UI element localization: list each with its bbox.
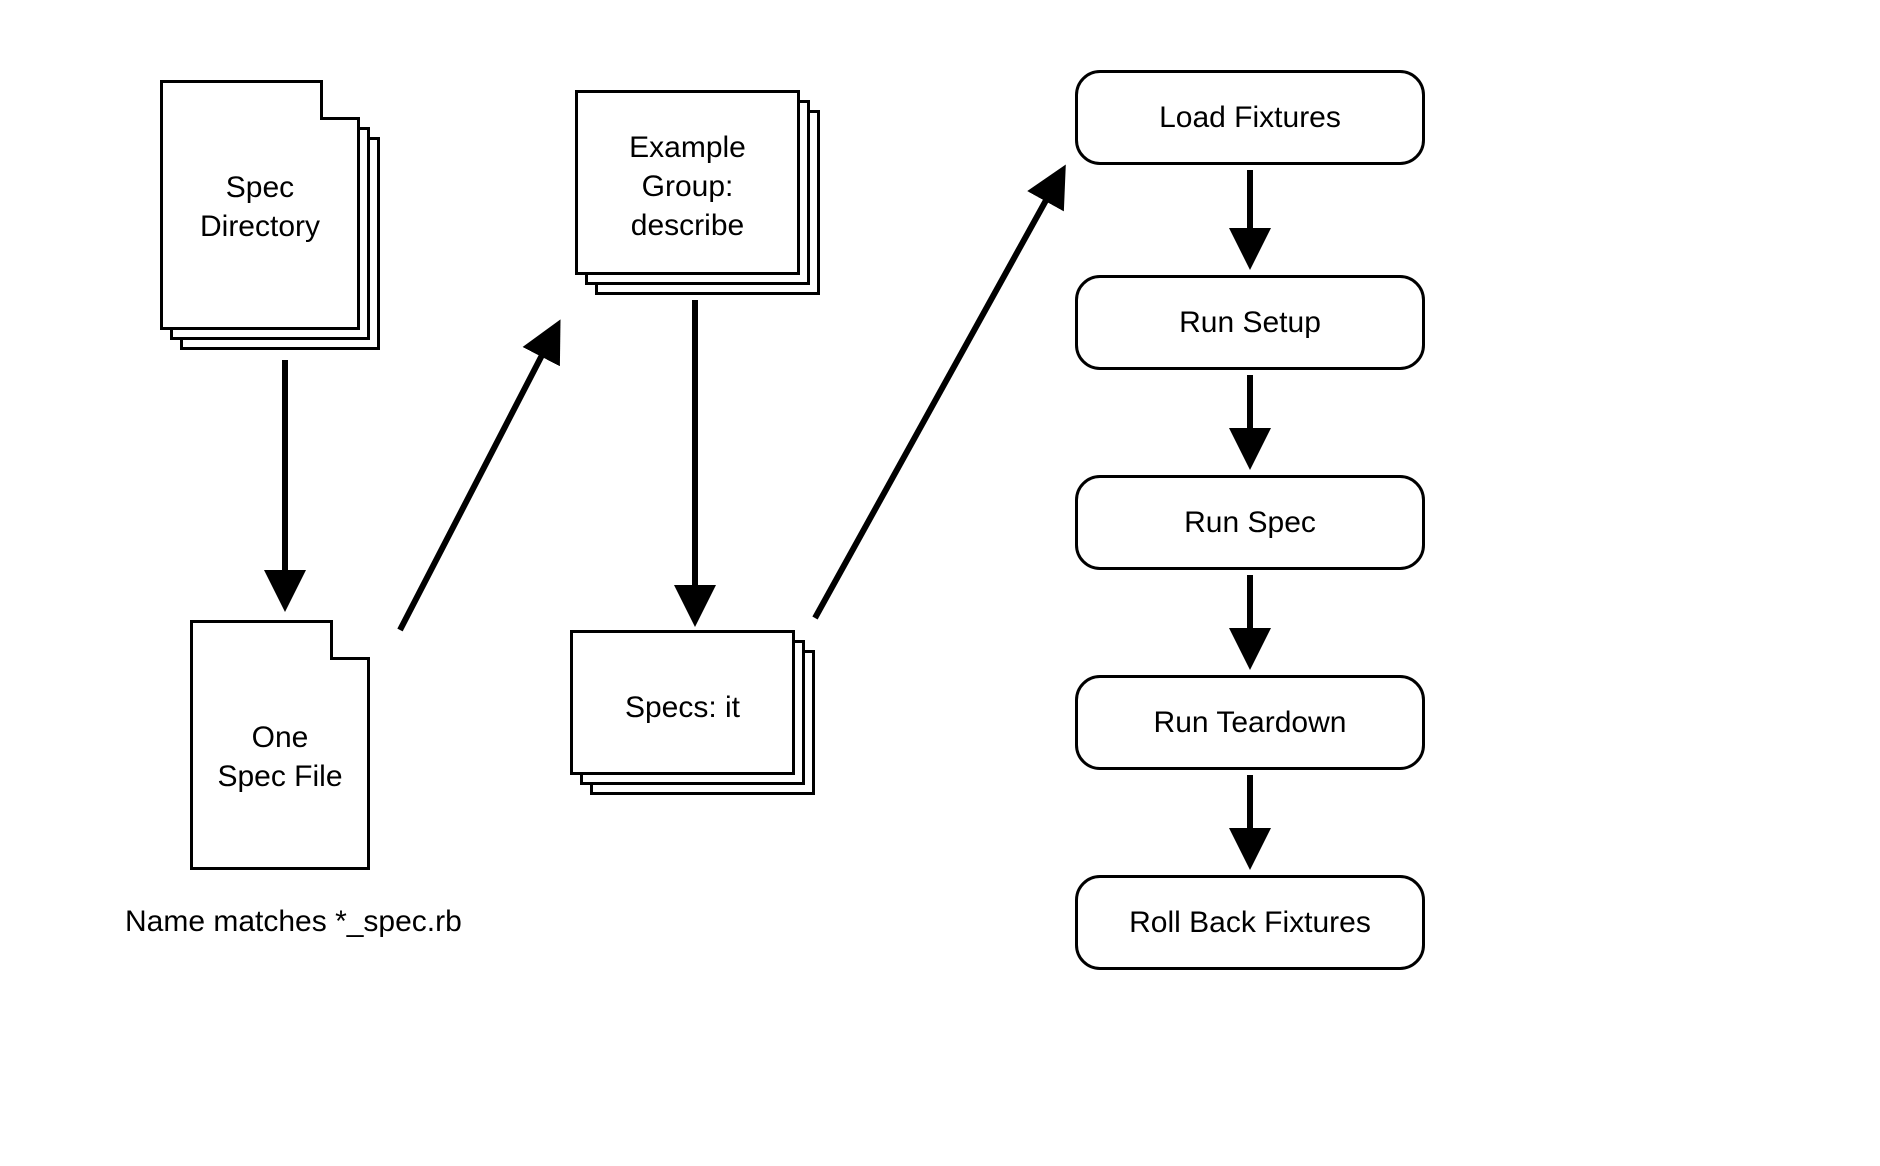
arrows — [0, 0, 1880, 1166]
rspec-flow-diagram: Spec Directory One Spec File Name matche… — [0, 0, 1880, 1166]
